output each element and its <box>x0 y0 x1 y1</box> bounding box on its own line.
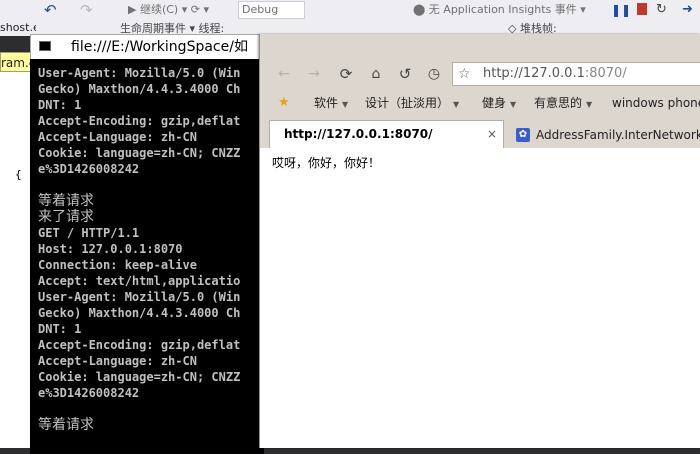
chevron-down-icon: ▼ <box>342 100 349 109</box>
console-title: file:///E:/WorkingSpace/如 <box>71 39 248 55</box>
vs-toolbar: ↶ ↷ ▶ 继续(C) ▾ ⟳ ▾ Debug ⬤ 无 Application … <box>0 0 700 23</box>
refresh-icon[interactable]: ⟳ <box>336 64 356 84</box>
console-app-icon <box>39 41 51 51</box>
console-line: Gecko) Maxthon/4.4.3.4000 Ch <box>38 306 241 320</box>
tab-localhost[interactable]: http://127.0.0.1:8070/ × <box>269 120 504 148</box>
bookmark-label: 有意思的 <box>534 96 583 110</box>
undo-close-icon[interactable]: ↺ <box>395 64 415 84</box>
undo-icon[interactable]: ↶ <box>44 0 57 20</box>
url-port: :8070/ <box>584 66 627 81</box>
browser-window[interactable]: ← → ⟳ ⌂ ↺ ◷ ☆ http://127.0.0.1:8070/ ★ 软… <box>259 34 700 448</box>
address-bar[interactable]: ☆ http://127.0.0.1:8070/ <box>452 62 700 86</box>
forward-arrow-icon[interactable]: → <box>304 64 324 84</box>
console-line: DNT: 1 <box>38 98 82 112</box>
continue-button[interactable]: ▶ 继续(C) ▾ ⟳ ▾ <box>128 0 209 20</box>
close-icon[interactable]: × <box>487 121 497 148</box>
favorites-star-icon[interactable]: ★ <box>278 92 290 114</box>
url-text[interactable]: http://127.0.0.1:8070/ <box>483 63 627 85</box>
paw-favicon-icon: ✿ <box>516 128 530 142</box>
console-line: Accept-Encoding: gzip,deflat <box>38 338 241 352</box>
page-content: 哎呀，你好，你好！ <box>259 148 700 448</box>
console-line: Accept-Language: zh-CN <box>38 130 197 144</box>
console-line: e%3D1426008242 <box>38 386 140 400</box>
favorite-star-icon[interactable]: ☆ <box>458 63 471 85</box>
step-icon[interactable]: ➜ <box>682 0 693 20</box>
stop-icon[interactable] <box>637 3 647 15</box>
back-arrow-icon[interactable]: ← <box>274 64 294 84</box>
console-line: Cookie: language=zh-CN; CNZZ <box>38 146 241 160</box>
bookmarks-bar: ★ 软件▼ 设计（扯淡用）▼ 健身▼ 有意思的▼ windows phone开 <box>260 92 700 114</box>
console-line: e%3D1426008242 <box>38 162 140 176</box>
console-line: 来了请求 <box>38 209 94 225</box>
bookmark-label: 设计（扯淡用） <box>365 96 450 110</box>
bookmark-folder-design[interactable]: 设计（扯淡用） ▼ <box>365 92 459 116</box>
console-output: User-Agent: Mozilla/5.0 (Win Gecko) Maxth… <box>38 65 262 454</box>
url-host: http://127.0.0.1 <box>483 66 585 81</box>
console-line: GET / HTTP/1.1 <box>38 226 140 240</box>
console-line: User-Agent: Mozilla/5.0 (Win <box>38 66 241 80</box>
console-line: User-Agent: Mozilla/5.0 (Win <box>38 290 241 304</box>
code-brace: { <box>15 168 22 181</box>
redo-icon[interactable]: ↷ <box>80 0 93 20</box>
console-title-bar[interactable]: file:///E:/WorkingSpace/如 <box>30 34 264 59</box>
tab-title: AddressFamily.InterNetwork_百 <box>536 128 700 142</box>
configuration-dropdown[interactable]: Debug <box>238 1 305 19</box>
chevron-down-icon: ▼ <box>510 100 517 109</box>
console-window[interactable]: file:///E:/WorkingSpace/如 User-Agent: Mo… <box>30 34 264 454</box>
bookmark-folder-windows-phone[interactable]: windows phone开 <box>612 92 700 114</box>
home-icon[interactable]: ⌂ <box>366 64 386 84</box>
tab-title: http://127.0.0.1:8070/ <box>284 127 433 141</box>
console-line: Host: 127.0.0.1:8070 <box>38 242 183 256</box>
restart-icon[interactable]: ↻ <box>656 0 667 20</box>
bookmark-label: 软件 <box>314 96 339 110</box>
console-line: 等着请求 <box>38 417 94 433</box>
page-body-text: 哎呀，你好，你好！ <box>272 156 381 170</box>
console-line: Cookie: language=zh-CN; CNZZ <box>38 370 241 384</box>
console-line: Connection: keep-alive <box>38 258 197 272</box>
console-line: Accept: text/html,applicatio <box>38 274 241 288</box>
console-line: Accept-Language: zh-CN <box>38 354 197 368</box>
bookmark-label: 健身 <box>482 96 507 110</box>
application-insights-button[interactable]: ⬤ 无 Application Insights 事件 ▾ <box>413 0 586 20</box>
pause-icon[interactable]: ❚❚ <box>611 0 631 20</box>
history-clock-icon[interactable]: ◷ <box>424 64 444 84</box>
console-line: 等着请求 <box>38 193 94 209</box>
chevron-down-icon: ▼ <box>586 100 593 109</box>
tab-addressfamily[interactable]: ✿ AddressFamily.InterNetwork_百 <box>508 122 700 148</box>
browser-chrome: ← → ⟳ ⌂ ↺ ◷ ☆ http://127.0.0.1:8070/ ★ 软… <box>259 34 700 148</box>
console-line: Accept-Encoding: gzip,deflat <box>38 114 241 128</box>
console-line: Gecko) Maxthon/4.4.3.4000 Ch <box>38 82 241 96</box>
chevron-down-icon: ▼ <box>453 100 460 109</box>
bookmark-folder-fitness[interactable]: 健身 ▼ <box>482 92 516 116</box>
bookmark-folder-interesting[interactable]: 有意思的 ▼ <box>534 92 592 116</box>
console-line: DNT: 1 <box>38 322 82 336</box>
bookmark-folder-software[interactable]: 软件 ▼ <box>314 92 348 116</box>
